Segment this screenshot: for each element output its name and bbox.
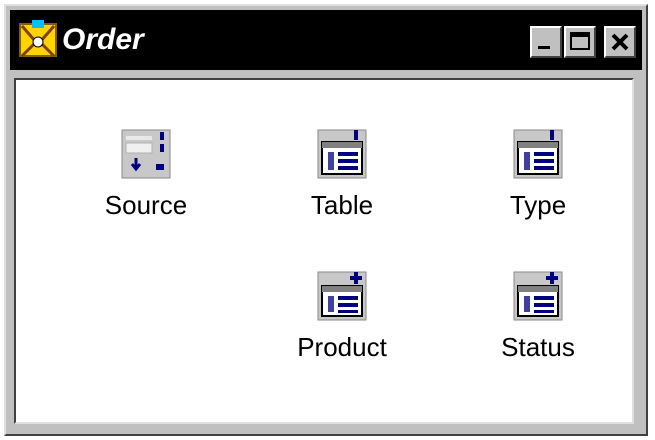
table-icon [513,129,563,179]
window-title: Order [62,23,144,56]
maximize-button[interactable] [564,26,596,58]
client-area: Source Table Type Product Status [14,78,634,424]
maximize-icon [570,32,590,50]
table-add-icon [317,271,367,321]
close-button[interactable] [604,26,636,58]
item-table[interactable]: Table [267,126,417,220]
item-label: Product [297,332,387,362]
minimize-button[interactable] [530,26,562,58]
item-type[interactable]: Type [463,126,613,220]
minimize-icon [538,46,550,49]
close-icon [611,33,629,51]
item-label: Status [501,332,575,362]
item-product[interactable]: Product [267,268,417,362]
order-window: Order Source Table Type Product Status [4,4,648,436]
table-icon [317,129,367,179]
item-label: Table [310,190,374,220]
table-add-icon [513,271,563,321]
item-label: Source [104,190,188,220]
app-icon[interactable] [16,18,60,62]
source-query-icon [121,129,171,179]
item-source[interactable]: Source [71,126,221,220]
item-label: Type [509,190,567,220]
item-status[interactable]: Status [463,268,613,362]
title-bar[interactable]: Order [10,10,642,70]
